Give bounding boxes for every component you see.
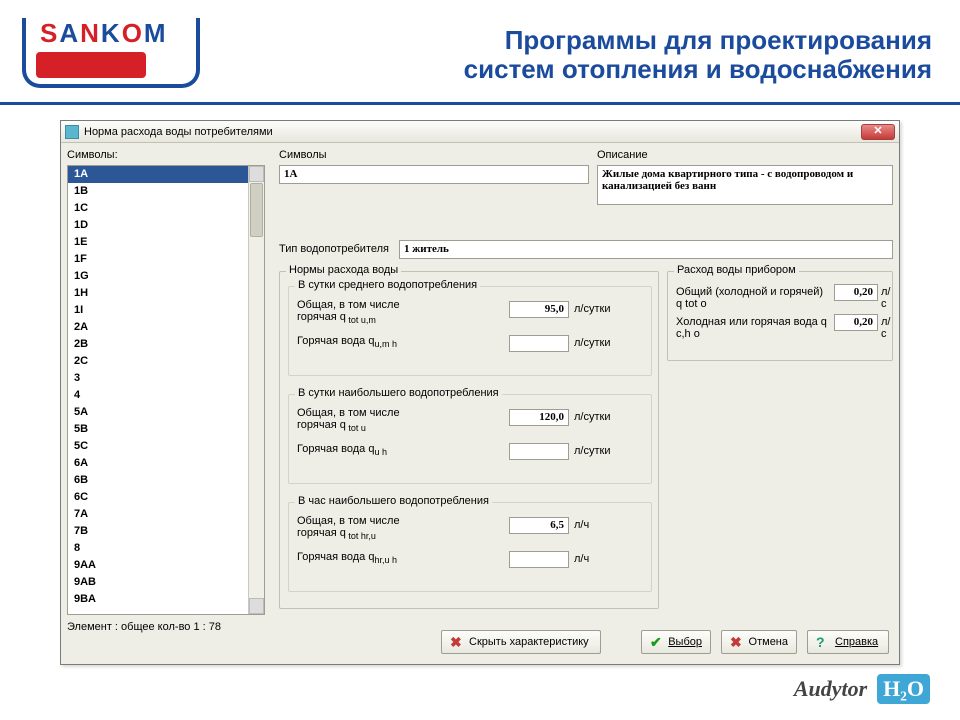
page-title: Программы для проектирования систем отоп… xyxy=(464,26,932,83)
dialog-window: Норма расхода воды потребителями ✕ Симво… xyxy=(60,120,900,665)
unit-device-total: л/с xyxy=(881,286,892,310)
input-maxday-total[interactable]: 120,0 xyxy=(509,409,569,426)
list-item[interactable]: 9BA xyxy=(68,591,264,608)
list-item[interactable]: 6A xyxy=(68,455,264,472)
unit-maxhour-total: л/ч xyxy=(574,519,589,531)
list-item[interactable]: 1D xyxy=(68,217,264,234)
list-item[interactable]: 1F xyxy=(68,251,264,268)
list-item[interactable]: 5B xyxy=(68,421,264,438)
label-symbols-mid: Символы xyxy=(279,149,327,161)
list-item[interactable]: 5A xyxy=(68,404,264,421)
group-device: Расход воды прибором Общий (холодной и г… xyxy=(667,271,893,361)
list-item[interactable]: 1E xyxy=(68,234,264,251)
list-item[interactable]: 6B xyxy=(68,472,264,489)
cancel-button[interactable]: ✖ Отмена xyxy=(721,630,797,654)
question-icon: ? xyxy=(816,635,830,649)
watermark: AudytorH₂O xyxy=(794,674,930,704)
input-maxhour-hot[interactable] xyxy=(509,551,569,568)
page-header: SANKOM Программы для проектирования сист… xyxy=(0,0,960,105)
group-norms: Нормы расхода воды В сутки среднего водо… xyxy=(279,271,659,609)
subgroup-max-day: В сутки наибольшего водопотребления Обща… xyxy=(288,394,652,484)
symbols-listbox[interactable]: 1A1B1C1D1E1F1G1H1I2A2B2C345A5B5C6A6B6C7A… xyxy=(67,165,265,615)
list-item[interactable]: 1H xyxy=(68,285,264,302)
list-item[interactable]: 6C xyxy=(68,489,264,506)
input-device-cold[interactable]: 0,20 xyxy=(834,314,878,331)
input-avg-hot[interactable] xyxy=(509,335,569,352)
logo-frame: SANKOM xyxy=(22,18,200,88)
list-item[interactable]: 9AB xyxy=(68,574,264,591)
list-item[interactable]: 7B xyxy=(68,523,264,540)
scroll-down[interactable] xyxy=(249,598,264,614)
label-symbols-left: Символы: xyxy=(67,149,118,161)
unit-avg-hot: л/сутки xyxy=(574,337,610,349)
lbl-avg-hot: Горячая вода qu,m h xyxy=(297,335,427,350)
list-item[interactable]: 2B xyxy=(68,336,264,353)
label-description: Описание xyxy=(597,149,648,161)
list-item[interactable]: 4 xyxy=(68,387,264,404)
scroll-up[interactable] xyxy=(249,166,264,182)
unit-maxhour-hot: л/ч xyxy=(574,553,589,565)
close-button[interactable]: ✕ xyxy=(861,124,895,140)
list-item[interactable]: 9AA xyxy=(68,557,264,574)
window-icon xyxy=(65,125,79,139)
input-avg-total[interactable]: 95,0 xyxy=(509,301,569,318)
list-item[interactable]: 1A xyxy=(68,166,264,183)
group-norms-title: Нормы расхода воды xyxy=(286,264,401,276)
unit-device-cold: л/с xyxy=(881,316,892,340)
hide-characteristic-button[interactable]: ✖ Скрыть характеристику xyxy=(441,630,601,654)
list-item[interactable]: 2C xyxy=(68,353,264,370)
lbl-device-total: Общий (холодной и горячей) q tot o xyxy=(676,286,826,310)
list-item[interactable]: 2A xyxy=(68,319,264,336)
list-item[interactable]: 1G xyxy=(68,268,264,285)
choose-button[interactable]: ✔ Выбор xyxy=(641,630,711,654)
input-maxhour-total[interactable]: 6,5 xyxy=(509,517,569,534)
description-box: Жилые дома квартирного типа - с водопров… xyxy=(597,165,893,205)
logo-red-bar xyxy=(36,52,146,78)
window-title: Норма расхода воды потребителями xyxy=(84,126,861,138)
logo-text: SANKOM xyxy=(40,20,168,46)
unit-maxday-hot: л/сутки xyxy=(574,445,610,457)
h2o-icon: H₂O xyxy=(877,674,930,704)
consumer-type-input[interactable]: 1 житель xyxy=(399,240,893,259)
label-consumer-type: Тип водопотребителя xyxy=(279,243,389,255)
scroll-thumb[interactable] xyxy=(250,183,263,237)
unit-avg-total: л/сутки xyxy=(574,303,610,315)
list-item[interactable]: 1B xyxy=(68,183,264,200)
unit-maxday-total: л/сутки xyxy=(574,411,610,423)
list-item[interactable]: 3 xyxy=(68,370,264,387)
input-device-total[interactable]: 0,20 xyxy=(834,284,878,301)
subgroup-max-hour: В час наибольшего водопотребления Общая,… xyxy=(288,502,652,592)
button-bar: ✖ Скрыть характеристику ✔ Выбор ✖ Отмена… xyxy=(61,630,899,658)
subgroup-avg-title: В сутки среднего водопотребления xyxy=(295,279,480,291)
check-icon: ✔ xyxy=(650,635,663,649)
lbl-maxhour-total: Общая, в том числе горячая q tot hr,u xyxy=(297,515,427,542)
cross-icon: ✖ xyxy=(450,635,464,649)
list-item[interactable]: 5C xyxy=(68,438,264,455)
group-device-title: Расход воды прибором xyxy=(674,264,799,276)
scrollbar[interactable] xyxy=(248,166,264,614)
lbl-maxday-total: Общая, в том числе горячая q tot u xyxy=(297,407,427,434)
symbol-input[interactable]: 1A xyxy=(279,165,589,184)
list-item[interactable]: 1C xyxy=(68,200,264,217)
input-maxday-hot[interactable] xyxy=(509,443,569,460)
subgroup-avg-day: В сутки среднего водопотребления Общая, … xyxy=(288,286,652,376)
dialog-body: Символы: Символы Описание 1A1B1C1D1E1F1G… xyxy=(61,143,899,664)
titlebar[interactable]: Норма расхода воды потребителями ✕ xyxy=(61,121,899,143)
help-button[interactable]: ? Справка xyxy=(807,630,889,654)
subgroup-maxhour-title: В час наибольшего водопотребления xyxy=(295,495,492,507)
x-icon: ✖ xyxy=(730,635,744,649)
lbl-maxhour-hot: Горячая вода qhr,u h xyxy=(297,551,427,566)
subgroup-maxday-title: В сутки наибольшего водопотребления xyxy=(295,387,502,399)
list-item[interactable]: 8 xyxy=(68,540,264,557)
lbl-avg-total: Общая, в том числе горячая q tot u,m xyxy=(297,299,427,326)
list-item[interactable]: 7A xyxy=(68,506,264,523)
lbl-maxday-hot: Горячая вода qu h xyxy=(297,443,427,458)
list-item[interactable]: 1I xyxy=(68,302,264,319)
lbl-device-cold: Холодная или горячая вода q c,h o xyxy=(676,316,832,340)
